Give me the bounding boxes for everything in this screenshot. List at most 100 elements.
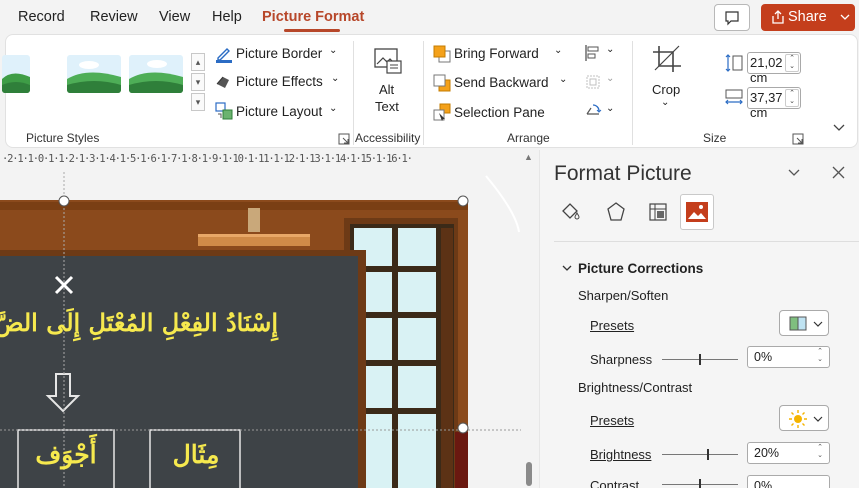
- slide-title-text: إِسْنَادُ الفِعْلِ المُعْتَلِ إِلَى الضَ…: [0, 308, 278, 337]
- scroll-up-arrow[interactable]: ▲: [524, 152, 533, 162]
- alt-text-icon: [374, 48, 402, 74]
- crop-button[interactable]: Crop ⌄: [645, 44, 691, 124]
- slide-canvas[interactable]: إِسْنَادُ الفِعْلِ المُعْتَلِ إِلَى الضَ…: [0, 172, 521, 488]
- sharpness-input[interactable]: 0% ⌃ ⌄: [747, 346, 830, 368]
- sun-icon: [789, 410, 807, 428]
- bring-forward-label: Bring Forward: [454, 46, 539, 61]
- tab-view[interactable]: View: [159, 9, 190, 25]
- vertical-scrollbar[interactable]: ▲: [521, 150, 537, 488]
- dialog-launcher-icon[interactable]: [792, 133, 804, 145]
- contrast-value: 0%: [754, 479, 773, 488]
- picture-effects-button[interactable]: Picture Effects ⌄: [215, 73, 345, 93]
- tab-picture[interactable]: [680, 194, 714, 230]
- collapse-ribbon-icon[interactable]: [832, 123, 846, 133]
- height-spinner[interactable]: ⌃ ⌄: [785, 54, 799, 72]
- sharpness-spinner[interactable]: ⌃ ⌄: [813, 348, 827, 366]
- contrast-slider[interactable]: [662, 479, 738, 488]
- pane-title: Format Picture: [554, 162, 692, 185]
- dialog-launcher-icon[interactable]: [338, 133, 350, 145]
- picture-icon: [686, 202, 708, 222]
- slider-knob[interactable]: [699, 479, 701, 488]
- chevron-down-icon: ⌄: [329, 103, 338, 114]
- width-input[interactable]: 37,37 cm ⌃ ⌄: [747, 87, 801, 120]
- label-sharpen-soften: Sharpen/Soften: [578, 288, 669, 303]
- height-input[interactable]: 21,02 cm ⌃ ⌄: [747, 52, 801, 85]
- rotate-icon: [586, 104, 602, 115]
- sharpen-preset-icon: [789, 316, 807, 331]
- brightness-value: 20%: [754, 446, 780, 460]
- sharpness-slider[interactable]: [662, 354, 738, 365]
- group-objects-icon: [586, 75, 600, 89]
- chevron-down-icon: ⌄: [661, 97, 670, 108]
- chevron-down-icon: ⌄: [606, 73, 615, 84]
- gallery-more-button[interactable]: ▾: [191, 93, 205, 111]
- group-label-picture-styles: Picture Styles: [26, 131, 100, 145]
- rotate-button[interactable]: ⌄: [584, 102, 618, 122]
- tab-help[interactable]: Help: [212, 9, 242, 25]
- tab-review[interactable]: Review: [90, 9, 138, 25]
- pane-options-chevron-icon[interactable]: [787, 168, 801, 178]
- label-brightness: Brightness: [590, 447, 652, 462]
- shape-width-icon: [725, 89, 743, 105]
- brightness-spinner[interactable]: ⌃ ⌄: [813, 444, 827, 462]
- tab-fill-line[interactable]: [556, 197, 584, 227]
- label-presets-sharpen: Presets: [590, 318, 635, 333]
- chevron-down-icon[interactable]: [562, 264, 572, 272]
- tab-picture-format[interactable]: Picture Format: [262, 9, 364, 25]
- align-button[interactable]: ⌄: [584, 44, 618, 64]
- label-contrast: Contrast: [590, 478, 640, 488]
- gallery-scroll-down-button[interactable]: ▾: [191, 73, 205, 91]
- selection-pane-button[interactable]: Selection Pane: [433, 102, 551, 122]
- label-presets-brightness: Presets: [590, 413, 635, 428]
- fill-line-icon: [562, 203, 580, 220]
- send-backward-button[interactable]: Send Backward ⌄: [433, 73, 567, 93]
- gallery-scroll-up-button[interactable]: ▴: [191, 53, 205, 71]
- picture-border-icon: [216, 48, 232, 63]
- tab-size-properties[interactable]: [644, 197, 672, 227]
- tab-record[interactable]: Record: [18, 9, 65, 25]
- powerpoint-window: { "tabs": [ {"label": "Record", "active"…: [0, 0, 859, 488]
- chevron-down-icon: ⌄: [329, 45, 338, 56]
- picture-border-label: Picture Border: [236, 46, 323, 61]
- sharpness-value: 0%: [754, 350, 773, 364]
- width-spinner[interactable]: ⌃ ⌄: [785, 89, 799, 107]
- picture-border-button[interactable]: Picture Border ⌄: [215, 45, 345, 65]
- share-icon: [772, 10, 784, 24]
- alt-text-button[interactable]: Alt Text: [361, 45, 413, 125]
- active-tab-indicator: [284, 29, 340, 32]
- pane-divider: [554, 241, 859, 242]
- width-value: 37,37 cm: [750, 90, 783, 120]
- picture-style-thumb[interactable]: [67, 55, 121, 93]
- chevron-down-icon: ⌄: [554, 45, 563, 56]
- slide-box-text-1: أَجْوَف: [35, 440, 97, 469]
- picture-layout-button[interactable]: Picture Layout ⌄: [215, 102, 345, 122]
- ruler-scale: ·2·1·1·0·1·1·2·1·3·1·4·1·5·1·6·1·7·1·8·1…: [2, 153, 413, 165]
- align-icon: [585, 45, 599, 61]
- brightness-slider[interactable]: [662, 449, 738, 460]
- bring-forward-button[interactable]: Bring Forward ⌄: [433, 44, 563, 64]
- sharpen-presets-dropdown[interactable]: [779, 310, 829, 336]
- selection-pane-icon: [433, 103, 451, 121]
- picture-style-thumb[interactable]: [2, 55, 30, 93]
- picture-style-thumb[interactable]: [129, 55, 183, 93]
- chevron-down-icon: [813, 321, 823, 327]
- brightness-presets-dropdown[interactable]: [779, 405, 829, 431]
- chevron-down-icon: [840, 14, 850, 20]
- chevron-down-icon: [813, 416, 823, 422]
- close-icon[interactable]: [832, 166, 845, 179]
- label-brightness-contrast: Brightness/Contrast: [578, 380, 693, 395]
- comments-button[interactable]: [714, 4, 750, 31]
- slider-knob[interactable]: [707, 449, 709, 460]
- effects-icon: [607, 202, 625, 221]
- share-button[interactable]: Share: [761, 4, 855, 31]
- chevron-down-icon: ⌄: [606, 44, 615, 55]
- crop-label: Crop: [652, 82, 681, 97]
- section-picture-corrections[interactable]: Picture Corrections: [578, 261, 703, 276]
- brightness-input[interactable]: 20% ⌃ ⌄: [747, 442, 830, 464]
- chevron-down-icon: ⌄: [559, 74, 568, 85]
- slider-knob[interactable]: [699, 354, 701, 365]
- contrast-input[interactable]: 0%: [747, 475, 830, 488]
- group-label-accessibility: Accessibility: [355, 131, 421, 145]
- tab-effects[interactable]: [602, 197, 630, 227]
- scrollbar-thumb[interactable]: [526, 462, 532, 486]
